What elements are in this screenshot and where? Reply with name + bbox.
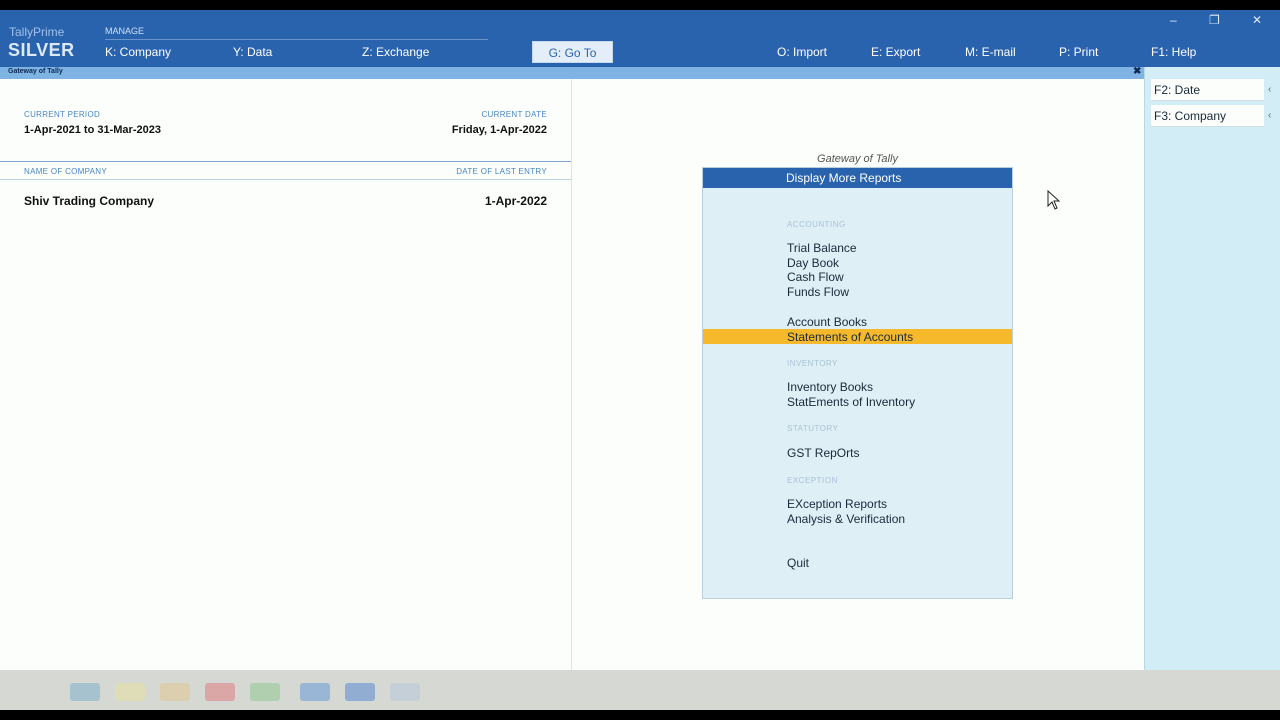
menu-item-day-book[interactable]: Day Book [787,256,839,270]
f2-date-button[interactable]: F2: Date [1151,79,1264,101]
taskbar-app-icon[interactable] [300,683,330,701]
menu-print[interactable]: P: Print [1059,45,1098,59]
menu-export[interactable]: E: Export [871,45,920,59]
menu-item-exception-reports[interactable]: EXception Reports [787,497,887,511]
company-column-header: NAME OF COMPANY [24,167,108,176]
last-entry-date: 1-Apr-2022 [484,194,547,208]
taskbar-app-icon[interactable] [70,683,100,701]
menu-item-cash-flow[interactable]: Cash Flow [787,270,844,284]
taskbar-app-icon[interactable] [250,683,280,701]
mouse-cursor-icon [1047,190,1061,210]
section-statutory: STATUTORY [787,424,839,433]
divider [0,179,571,180]
company-info-panel: CURRENT PERIOD 1-Apr-2021 to 31-Mar-2023… [0,79,572,679]
f3-company-button[interactable]: F3: Company [1151,105,1264,127]
manage-label: MANAGE [105,26,145,36]
goto-button[interactable]: G: Go To [532,41,613,63]
restore-icon[interactable]: ❐ [1209,13,1220,27]
section-accounting: ACCOUNTING [787,220,846,229]
menu-import[interactable]: O: Import [777,45,827,59]
taskbar-app-icon[interactable] [390,683,420,701]
menu-exchange[interactable]: Z: Exchange [362,45,429,59]
section-inventory: INVENTORY [787,359,838,368]
tally-window: TallyPrime SILVER MANAGE K: Company Y: D… [0,10,1280,710]
current-date-value[interactable]: Friday, 1-Apr-2022 [452,124,547,136]
taskbar-app-icon[interactable] [115,683,145,701]
close-window-icon[interactable]: ✕ [1252,13,1262,27]
chevron-left-icon[interactable]: ‹ [1268,84,1271,95]
gateway-menu: Display More Reports ACCOUNTING Trial Ba… [702,167,1013,599]
menu-help[interactable]: F1: Help [1151,45,1196,59]
taskbar-app-icon[interactable] [160,683,190,701]
gateway-menu-header[interactable]: Display More Reports [703,168,1012,188]
screen-title: Gateway of Tally [8,68,63,75]
menu-item-inventory-books[interactable]: Inventory Books [787,380,873,394]
brand-product-name: TallyPrime [9,25,65,39]
current-date-label: CURRENT DATE [481,110,547,119]
menu-item-statements-of-inventory[interactable]: StatEments of Inventory [787,395,915,409]
minimize-icon[interactable]: – [1170,13,1177,27]
menu-item-trial-balance[interactable]: Trial Balance [787,241,857,255]
chevron-left-icon[interactable]: ‹ [1268,110,1271,121]
menu-data[interactable]: Y: Data [233,45,272,59]
divider [0,161,571,162]
taskbar-app-icon[interactable] [205,683,235,701]
menu-item-analysis-verification[interactable]: Analysis & Verification [787,512,905,526]
close-screen-icon[interactable]: ✖ [1133,66,1141,77]
screen-title-bar: Gateway of Tally ✖ [0,66,1144,79]
os-taskbar [0,670,1280,710]
top-bar: TallyPrime SILVER MANAGE K: Company Y: D… [0,10,1280,67]
menu-item-statements-of-accounts[interactable]: Statements of Accounts [787,330,913,344]
menu-item-gst-reports[interactable]: GST RepOrts [787,446,859,460]
menu-item-quit[interactable]: Quit [787,556,809,570]
current-period-value[interactable]: 1-Apr-2021 to 31-Mar-2023 [24,124,161,136]
manage-divider [105,39,488,40]
section-exception: EXCEPTION [787,476,838,485]
menu-company[interactable]: K: Company [105,45,171,59]
brand-edition: SILVER [8,40,75,60]
current-period-label: CURRENT PERIOD [24,110,101,119]
last-entry-column-header: DATE OF LAST ENTRY [456,167,547,176]
right-button-bar: F2: Date ‹ F3: Company ‹ [1144,67,1280,679]
gateway-title: Gateway of Tally [817,153,898,165]
menu-item-funds-flow[interactable]: Funds Flow [787,285,849,299]
company-name[interactable]: Shiv Trading Company [24,194,154,208]
taskbar-app-icon[interactable] [345,683,375,701]
menu-email[interactable]: M: E-mail [965,45,1016,59]
menu-item-account-books[interactable]: Account Books [787,315,867,329]
